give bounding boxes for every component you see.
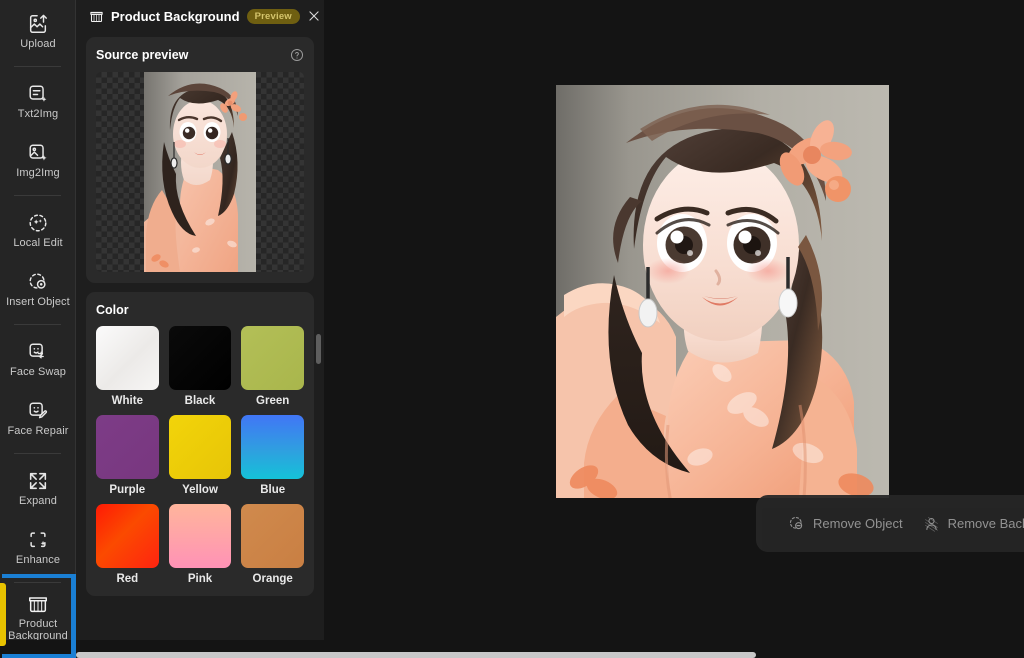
swatch-chip[interactable] xyxy=(96,504,159,568)
swatch-chip[interactable] xyxy=(96,415,159,479)
left-sidebar: Upload Txt2Img Img2Img Local Edit Insert… xyxy=(0,0,76,640)
sidebar-divider-2 xyxy=(14,195,61,196)
swatch-label: Orange xyxy=(252,573,293,585)
sidebar-label: Face Repair xyxy=(7,425,69,437)
swatch-label: Pink xyxy=(187,573,213,585)
swatch-label: Blue xyxy=(260,484,286,496)
portrait-artwork xyxy=(556,85,889,498)
remove-object-icon xyxy=(788,515,805,532)
app-root: Upload Txt2Img Img2Img Local Edit Insert… xyxy=(0,0,1024,658)
swatch-label: Black xyxy=(184,395,216,407)
sidebar-divider-5 xyxy=(14,582,61,583)
image-to-image-icon xyxy=(27,142,49,164)
close-icon[interactable] xyxy=(307,5,321,27)
sidebar-label: Expand xyxy=(19,495,57,507)
swatch-label: Green xyxy=(256,395,290,407)
swatch-chip[interactable] xyxy=(168,326,232,390)
active-item-accent-bar xyxy=(0,583,6,646)
color-swatch-pink[interactable]: Pink xyxy=(168,504,232,585)
sidebar-item-local-edit[interactable]: Local Edit xyxy=(0,201,75,260)
swatch-label: White xyxy=(111,395,143,407)
panel-title: Product Background xyxy=(111,8,240,24)
sidebar-divider-3 xyxy=(14,324,61,325)
swatch-chip[interactable] xyxy=(241,415,304,479)
sidebar-label: Local Edit xyxy=(13,237,63,249)
color-swatch-green[interactable]: Green xyxy=(241,326,304,407)
panel-scrollbar-thumb[interactable] xyxy=(316,334,321,364)
sidebar-label: Enhance xyxy=(15,554,61,566)
swatch-chip[interactable] xyxy=(241,326,304,390)
color-swatch-red[interactable]: Red xyxy=(96,504,159,585)
product-bag-icon xyxy=(27,593,49,615)
remove-background-button[interactable]: Remove Background xyxy=(913,509,1024,538)
color-swatch-white[interactable]: White xyxy=(96,326,159,407)
text-to-image-icon xyxy=(27,83,49,105)
help-icon[interactable] xyxy=(290,48,304,62)
toolbar-label: Remove Object xyxy=(813,516,903,531)
swatch-chip[interactable] xyxy=(241,504,304,568)
sidebar-item-upload[interactable]: Upload xyxy=(0,2,75,61)
color-swatch-black[interactable]: Black xyxy=(168,326,232,407)
color-swatch-grid: White Black Green Purple Yellow Blue Red Pink Or… xyxy=(96,326,304,585)
sidebar-item-img2img[interactable]: Img2Img xyxy=(0,131,75,190)
sidebar-label: Upload xyxy=(20,38,56,50)
color-swatch-purple[interactable]: Purple xyxy=(96,415,159,496)
source-preview-image-frame[interactable] xyxy=(96,72,304,272)
canvas-image[interactable] xyxy=(556,85,889,498)
product-background-panel: Product Background Preview Source previe… xyxy=(76,0,324,640)
face-swap-icon xyxy=(27,341,49,363)
product-bag-icon xyxy=(89,9,104,24)
sidebar-label: Img2Img xyxy=(16,167,60,179)
source-preview-card: Source preview xyxy=(86,37,314,283)
swatch-label: Red xyxy=(116,573,139,585)
sidebar-item-enhance[interactable]: Enhance xyxy=(0,518,75,577)
sidebar-item-face-swap[interactable]: Face Swap xyxy=(0,330,75,389)
image-upload-icon xyxy=(27,13,49,35)
sidebar-label: Product Background xyxy=(8,618,68,640)
source-preview-header: Source preview xyxy=(96,48,304,62)
sidebar-item-txt2img[interactable]: Txt2Img xyxy=(0,72,75,131)
sidebar-item-insert-object[interactable]: Insert Object xyxy=(0,260,75,319)
sidebar-divider-4 xyxy=(14,453,61,454)
sparkle-circle-icon xyxy=(27,212,49,234)
selection-highlight-edge xyxy=(71,574,76,658)
sidebar-label: Face Swap xyxy=(10,366,66,378)
swatch-label: Yellow xyxy=(182,484,218,496)
color-swatch-yellow[interactable]: Yellow xyxy=(168,415,232,496)
remove-object-button[interactable]: Remove Object xyxy=(778,509,913,538)
swatch-chip[interactable] xyxy=(168,415,232,479)
remove-background-icon xyxy=(923,515,940,532)
swatch-chip[interactable] xyxy=(168,504,232,568)
swatch-chip[interactable] xyxy=(96,326,159,390)
panel-body: Source preview Color White Black Green P… xyxy=(76,32,324,640)
color-swatch-orange[interactable]: Orange xyxy=(241,504,304,585)
color-swatch-blue[interactable]: Blue xyxy=(241,415,304,496)
image-action-toolbar: Remove Object Remove Background xyxy=(756,495,1024,552)
sidebar-label: Txt2Img xyxy=(17,108,59,120)
color-title: Color xyxy=(96,303,129,317)
horizontal-scrollbar[interactable] xyxy=(76,652,756,658)
source-preview-image xyxy=(144,72,256,272)
panel-preview-badge: Preview xyxy=(246,8,300,24)
sidebar-item-expand[interactable]: Expand xyxy=(0,459,75,518)
swatch-label: Purple xyxy=(109,484,146,496)
toolbar-label: Remove Background xyxy=(947,516,1024,531)
sidebar-divider-1 xyxy=(14,66,61,67)
enhance-icon xyxy=(27,529,49,551)
color-card: Color White Black Green Purple Yellow Blue Red… xyxy=(86,292,314,596)
sidebar-item-product-background[interactable]: Product Background Preview xyxy=(0,588,75,640)
color-header: Color xyxy=(96,303,304,317)
face-repair-icon xyxy=(27,400,49,422)
source-preview-title: Source preview xyxy=(96,48,189,62)
sidebar-item-face-repair[interactable]: Face Repair xyxy=(0,389,75,448)
panel-header: Product Background Preview xyxy=(76,0,324,32)
insert-object-icon xyxy=(27,271,49,293)
expand-arrows-icon xyxy=(27,470,49,492)
sidebar-label: Insert Object xyxy=(6,296,70,308)
main-canvas[interactable]: Remove Object Remove Background xyxy=(324,0,1024,640)
